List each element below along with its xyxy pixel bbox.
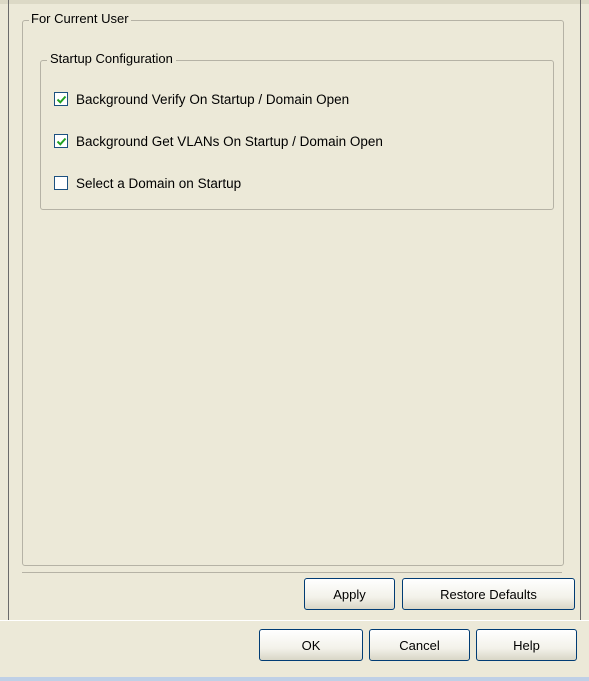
background-verify-label: Background Verify On Startup / Domain Op… <box>76 91 350 107</box>
restore-defaults-button[interactable]: Restore Defaults <box>402 578 575 610</box>
content-bottom-divider <box>22 572 562 573</box>
select-domain-option[interactable]: Select a Domain on Startup <box>54 173 241 193</box>
apply-button[interactable]: Apply <box>304 578 395 610</box>
for-current-user-legend: For Current User <box>29 11 131 26</box>
check-mark-icon <box>56 95 66 104</box>
footer-divider <box>0 620 589 621</box>
help-button[interactable]: Help <box>476 629 577 661</box>
background-get-vlans-checkbox[interactable] <box>54 134 68 148</box>
background-verify-checkbox[interactable] <box>54 92 68 106</box>
select-domain-label: Select a Domain on Startup <box>76 175 242 191</box>
startup-configuration-legend: Startup Configuration <box>47 51 176 66</box>
background-get-vlans-option[interactable]: Background Get VLANs On Startup / Domain… <box>54 131 383 151</box>
window-bottom-edge <box>0 677 589 681</box>
ok-button[interactable]: OK <box>259 629 363 661</box>
background-get-vlans-label: Background Get VLANs On Startup / Domain… <box>76 133 383 149</box>
cancel-button[interactable]: Cancel <box>369 629 470 661</box>
top-strip <box>0 0 589 4</box>
background-verify-option[interactable]: Background Verify On Startup / Domain Op… <box>54 89 349 109</box>
select-domain-checkbox[interactable] <box>54 176 68 190</box>
right-border <box>580 0 581 620</box>
preferences-panel: For Current User Startup Configuration B… <box>0 0 589 681</box>
left-border <box>8 0 9 620</box>
check-mark-icon <box>56 137 66 146</box>
